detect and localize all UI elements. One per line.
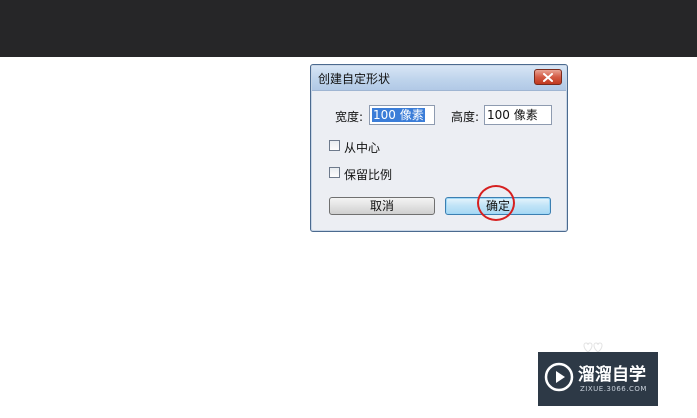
play-logo-icon — [544, 362, 574, 392]
create-custom-shape-dialog: 创建自定形状 宽度: 100 像素 高度: 100 像素 从中心 保留比例 取消… — [310, 64, 568, 232]
watermark-title: 溜溜自学 — [578, 365, 646, 385]
highlight-circle-annotation — [477, 185, 515, 221]
height-label: 高度: — [451, 110, 480, 124]
from-center-checkbox[interactable] — [329, 140, 340, 151]
width-field-value: 100 像素 — [372, 108, 425, 122]
width-field[interactable]: 100 像素 — [369, 105, 435, 125]
top-toolbar-bar — [0, 0, 697, 57]
from-center-label: 从中心 — [344, 141, 381, 155]
watermark-badge: 溜溜自学 ZIXUE.3066.COM — [538, 352, 658, 406]
height-field[interactable]: 100 像素 — [484, 105, 552, 125]
close-button[interactable] — [534, 69, 562, 85]
keep-proportions-checkbox[interactable] — [329, 167, 340, 178]
keep-proportions-label: 保留比例 — [344, 168, 393, 182]
height-field-value: 100 像素 — [487, 108, 538, 122]
size-row: 宽度: 100 像素 高度: 100 像素 — [311, 105, 567, 125]
watermark-url: ZIXUE.3066.COM — [580, 385, 647, 393]
close-icon — [543, 72, 553, 82]
dialog-title: 创建自定形状 — [318, 72, 391, 86]
cancel-button[interactable]: 取消 — [329, 197, 435, 215]
width-label: 宽度: — [335, 110, 364, 124]
dialog-titlebar[interactable]: 创建自定形状 — [312, 66, 566, 91]
